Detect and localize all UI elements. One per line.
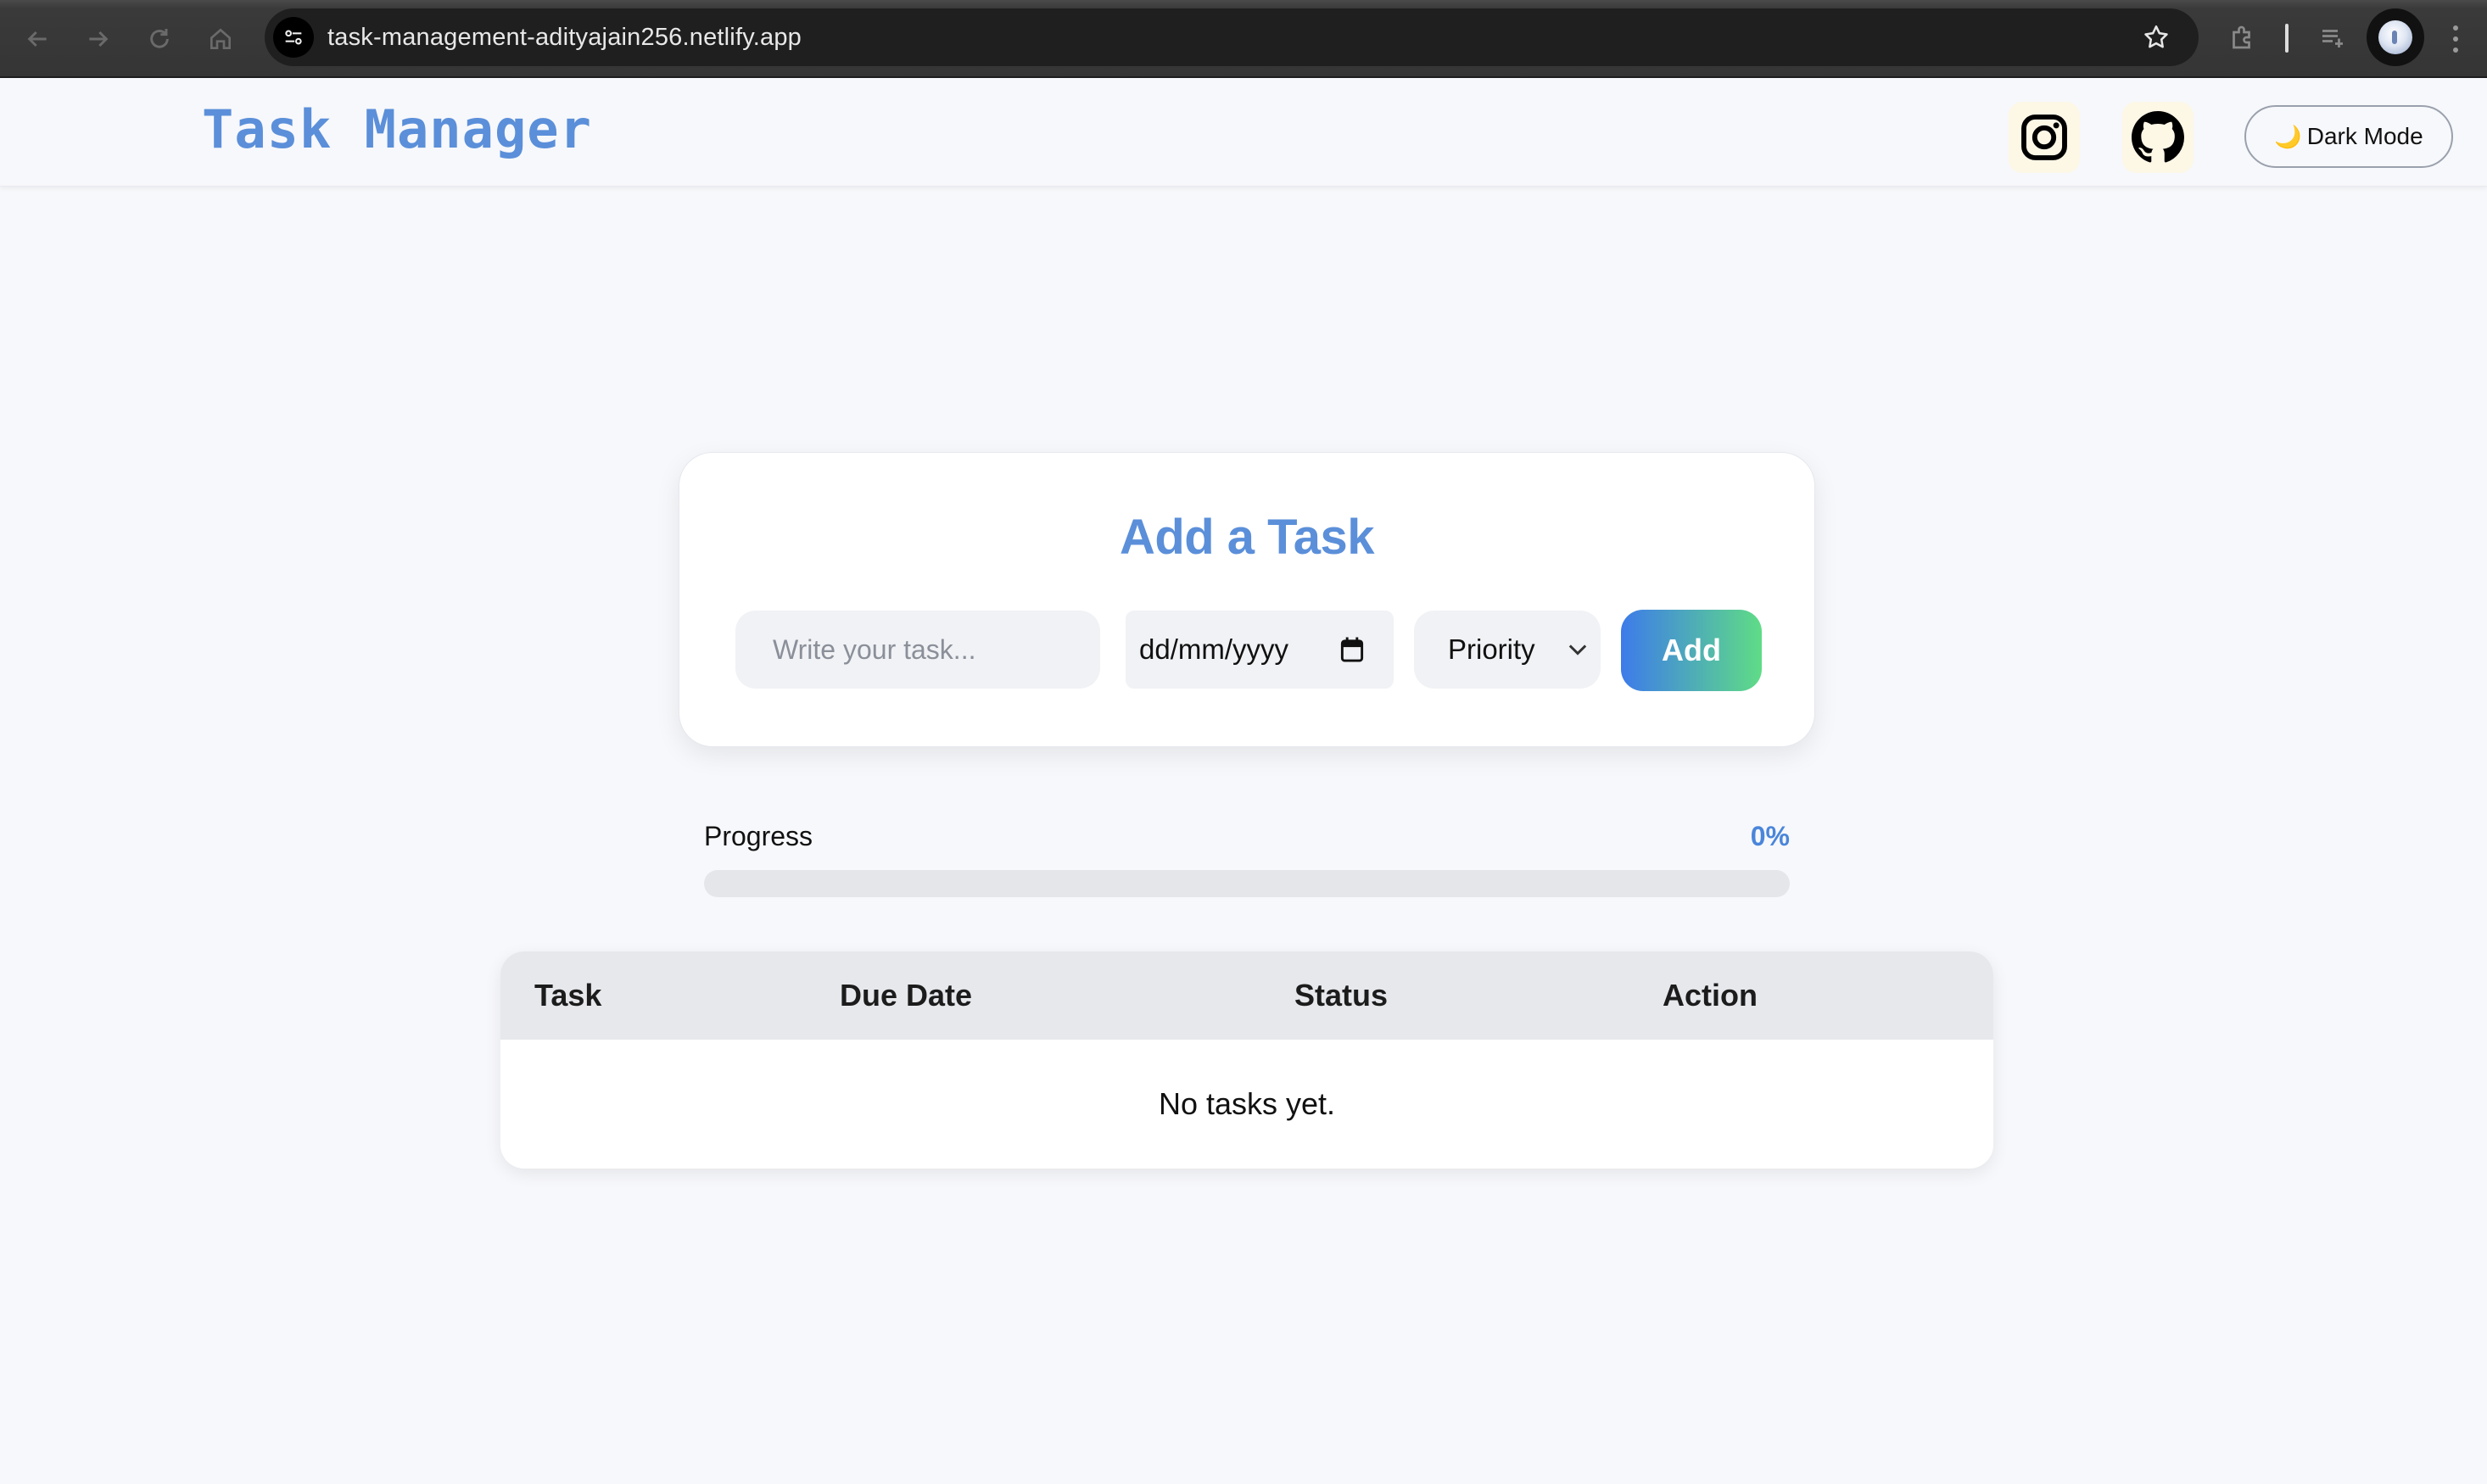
site-info-icon[interactable] <box>273 17 314 58</box>
reload-icon[interactable] <box>139 19 180 59</box>
empty-tasks-message: No tasks yet. <box>1158 1086 1336 1121</box>
forward-icon[interactable] <box>78 19 119 59</box>
add-task-button[interactable]: Add <box>1621 610 1762 691</box>
chevron-down-icon <box>1568 644 1587 656</box>
dark-mode-toggle[interactable]: 🌙 Dark Mode <box>2244 105 2453 168</box>
dark-mode-label: Dark Mode <box>2306 123 2423 149</box>
github-icon[interactable] <box>2122 102 2194 173</box>
page: task-management-adityajain256.netlify.ap… <box>0 0 2487 1484</box>
profile-avatar[interactable] <box>2367 8 2424 66</box>
instagram-icon[interactable] <box>2009 102 2080 173</box>
home-icon[interactable] <box>200 19 241 59</box>
calendar-icon[interactable] <box>1339 636 1365 663</box>
due-date-field[interactable]: dd/mm/yyyy <box>1126 611 1394 689</box>
column-header-action: Action <box>1663 978 1758 1013</box>
add-task-card: Add a Task dd/mm/yyyy Priority Add <box>679 452 1815 747</box>
browser-toolbar: task-management-adityajain256.netlify.ap… <box>0 0 2487 78</box>
progress-percentage: 0% <box>1750 821 1790 851</box>
column-header-task: Task <box>534 978 602 1013</box>
url-text[interactable]: task-management-adityajain256.netlify.ap… <box>327 8 802 66</box>
moon-icon: 🌙 <box>2274 123 2302 149</box>
column-header-status: Status <box>1294 978 1389 1013</box>
date-placeholder: dd/mm/yyyy <box>1139 633 1289 665</box>
reading-list-icon[interactable] <box>2314 19 2351 56</box>
address-bar[interactable]: task-management-adityajain256.netlify.ap… <box>265 8 2199 66</box>
column-header-due-date: Due Date <box>840 978 973 1013</box>
browser-menu-icon[interactable] <box>2443 22 2468 56</box>
progress-label: Progress <box>704 821 813 851</box>
app-header: Task Manager 🌙 Dark Mode <box>0 78 2487 187</box>
task-input[interactable] <box>735 611 1100 689</box>
extensions-icon[interactable] <box>2224 19 2261 56</box>
toolbar-divider <box>2285 24 2289 53</box>
progress-bar <box>704 870 1790 897</box>
tasks-table: Task Due Date Status Action No tasks yet… <box>500 951 1993 1169</box>
table-header-row: Task Due Date Status Action <box>500 951 1993 1040</box>
app-title[interactable]: Task Manager <box>202 98 592 160</box>
priority-select[interactable]: Priority <box>1414 611 1601 689</box>
back-icon[interactable] <box>17 19 58 59</box>
add-task-heading: Add a Task <box>1119 510 1375 565</box>
priority-selected: Priority <box>1448 633 1535 665</box>
bookmark-star-icon[interactable] <box>2139 20 2173 54</box>
